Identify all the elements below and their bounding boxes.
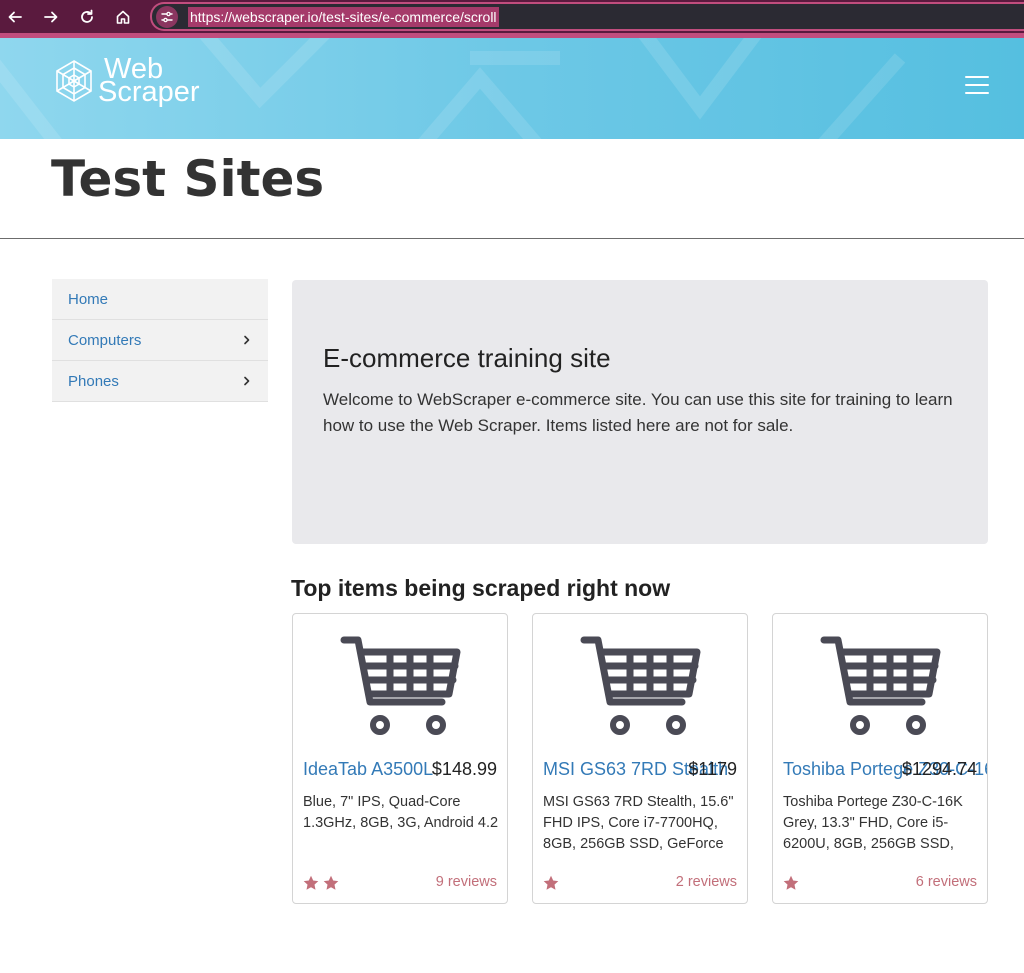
- reload-icon[interactable]: [74, 4, 100, 30]
- product-price: $1294.74: [901, 759, 977, 779]
- review-count: 6 reviews: [915, 874, 977, 890]
- product-description: MSI GS63 7RD Stealth, 15.6" FHD IPS, Cor…: [543, 794, 734, 852]
- sidebar-item-phones[interactable]: Phones: [52, 361, 268, 402]
- rating-stars: [543, 875, 559, 891]
- title-divider: [0, 238, 1024, 239]
- url-text[interactable]: https://webscraper.io/test-sites/e-comme…: [188, 6, 499, 27]
- product-title-link[interactable]: IdeaTab A3500L: [303, 759, 433, 780]
- rating-stars: [303, 875, 339, 891]
- shopping-cart-icon[interactable]: [580, 634, 702, 740]
- shopping-cart-icon[interactable]: [340, 634, 462, 740]
- product-card: IdeaTab A3500L $148.99 Blue, 7" IPS, Quad-…: [292, 613, 508, 904]
- star-icon: [303, 875, 319, 891]
- site-header: Web Scraper: [0, 38, 1024, 139]
- spiderweb-icon: [56, 60, 92, 102]
- page-title: Test Sites: [51, 150, 325, 208]
- welcome-jumbotron: E-commerce training site Welcome to WebS…: [292, 280, 988, 544]
- jumbotron-heading: E-commerce training site: [323, 343, 611, 373]
- product-price: $1179: [688, 759, 737, 779]
- arrow-right-icon[interactable]: [38, 4, 64, 30]
- review-count: 9 reviews: [435, 874, 497, 890]
- chevron-right-icon: [244, 376, 250, 386]
- jumbotron-text: Welcome to WebScraper e-commerce site. Y…: [323, 390, 953, 435]
- chevron-right-icon: [244, 335, 250, 345]
- rating-stars: [783, 875, 799, 891]
- product-price: $148.99: [431, 759, 497, 779]
- product-card: Toshiba Portege Z30-C-16K $1294.74 Toshiba…: [772, 613, 988, 904]
- sidebar-item-label[interactable]: Computers: [68, 332, 141, 349]
- home-icon[interactable]: [110, 4, 136, 30]
- webscraper-logo[interactable]: Web Scraper: [52, 55, 200, 108]
- hamburger-icon[interactable]: [965, 76, 989, 94]
- product-description: Toshiba Portege Z30-C-16K Grey, 13.3" FH…: [783, 794, 963, 852]
- logo-line-scraper: Scraper: [98, 76, 200, 108]
- logo-wordmark: Web Scraper: [98, 55, 200, 108]
- sidebar-item-computers[interactable]: Computers: [52, 320, 268, 361]
- star-icon: [323, 875, 339, 891]
- sidebar-item-home[interactable]: Home: [52, 279, 268, 320]
- shopping-cart-icon[interactable]: [820, 634, 942, 740]
- sidebar-item-label[interactable]: Phones: [68, 373, 119, 390]
- product-card: MSI GS63 7RD Stealth $1179 MSI GS63 7RD St…: [532, 613, 748, 904]
- browser-toolbar: https://webscraper.io/test-sites/e-comme…: [0, 0, 1024, 33]
- section-title: Top items being scraped right now: [291, 575, 671, 601]
- sidebar-item-label[interactable]: Home: [68, 291, 108, 308]
- address-bar[interactable]: https://webscraper.io/test-sites/e-comme…: [150, 2, 1024, 31]
- star-icon: [543, 875, 559, 891]
- sidebar: Home Computers Phones: [52, 279, 268, 402]
- tune-icon[interactable]: [156, 5, 178, 28]
- star-icon: [783, 875, 799, 891]
- product-description: Blue, 7" IPS, Quad-Core 1.3GHz, 8GB, 3G,…: [303, 794, 499, 831]
- review-count: 2 reviews: [675, 874, 737, 890]
- arrow-left-icon[interactable]: [2, 4, 28, 30]
